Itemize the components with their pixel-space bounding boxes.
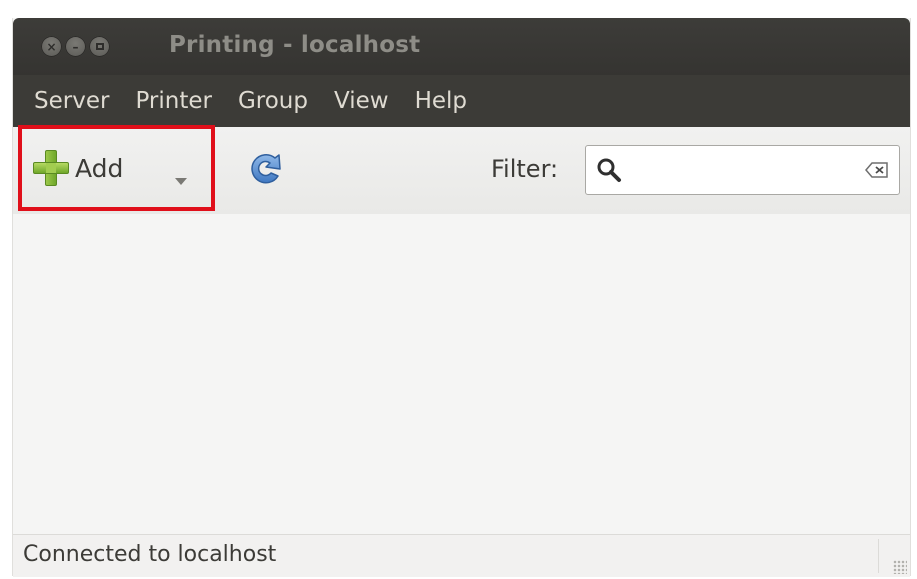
close-window-button[interactable]: × [41, 36, 62, 57]
filter-input[interactable] [626, 154, 850, 188]
search-icon [597, 158, 621, 182]
resize-grip-icon[interactable] [893, 560, 907, 574]
status-bar: Connected to localhost [13, 534, 910, 577]
minimize-icon: – [72, 39, 79, 54]
menu-printer[interactable]: Printer [122, 88, 225, 114]
maximize-window-button[interactable] [89, 36, 110, 57]
close-icon: × [46, 39, 57, 54]
filter-field[interactable] [585, 145, 900, 195]
menu-server[interactable]: Server [21, 88, 122, 114]
menu-help[interactable]: Help [402, 88, 480, 114]
printing-window: × – Printing - localhost Server Printer … [12, 18, 911, 577]
minimize-window-button[interactable]: – [65, 36, 86, 57]
clear-text-icon[interactable] [865, 161, 889, 179]
status-separator [878, 539, 879, 573]
status-text: Connected to localhost [23, 542, 277, 567]
add-button-highlight [18, 125, 215, 211]
window-title: Printing - localhost [169, 32, 421, 58]
filter-label: Filter: [491, 155, 559, 183]
title-bar[interactable]: × – Printing - localhost [13, 18, 910, 75]
maximize-icon [95, 43, 104, 50]
menu-bar: Server Printer Group View Help [13, 75, 910, 127]
refresh-icon[interactable] [245, 149, 287, 191]
printer-list-area[interactable] [13, 214, 910, 536]
menu-view[interactable]: View [321, 88, 402, 114]
menu-group[interactable]: Group [225, 88, 321, 114]
